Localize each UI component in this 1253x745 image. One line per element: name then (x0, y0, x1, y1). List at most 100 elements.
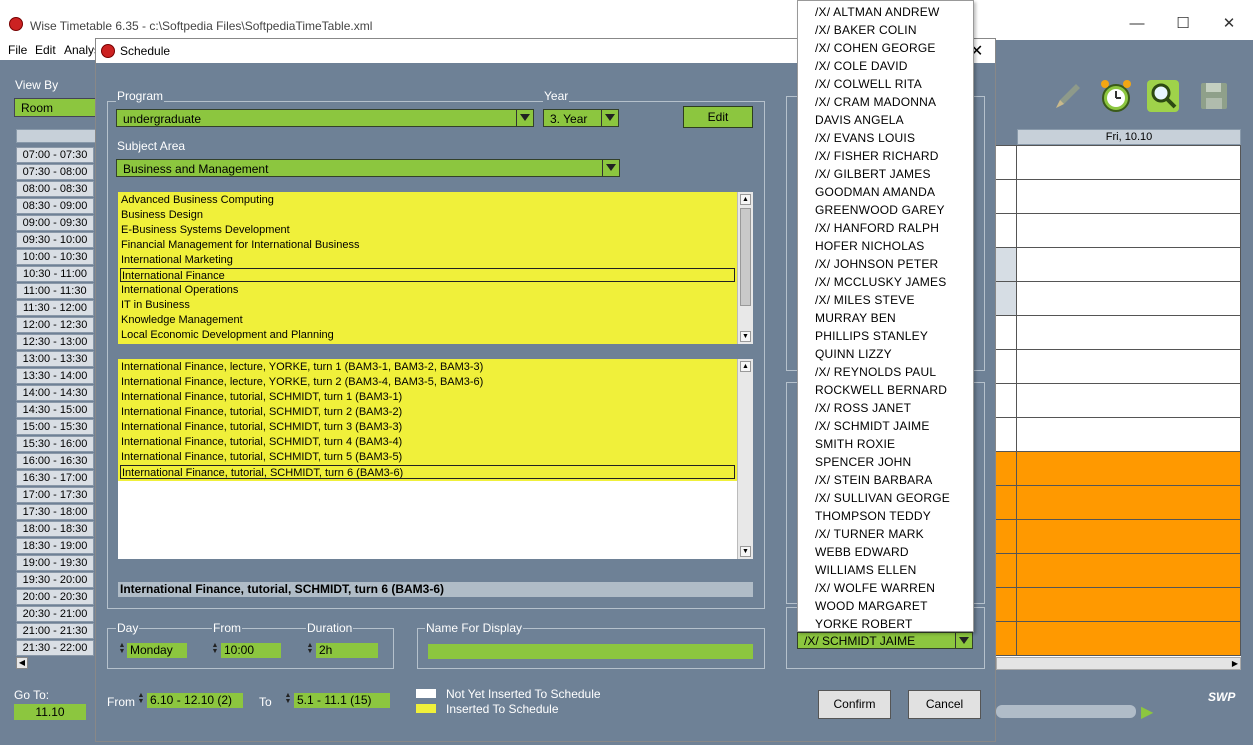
teacher-option[interactable]: /X/ COLWELL RITA (815, 75, 922, 93)
teacher-option[interactable]: /X/ SULLIVAN GEORGE (815, 489, 950, 507)
activity-list[interactable]: International Finance, lecture, YORKE, t… (118, 359, 753, 559)
grid-cell[interactable] (996, 417, 1017, 452)
teacher-option[interactable]: DAVIS ANGELA (815, 111, 904, 129)
teacher-option[interactable]: WILLIAMS ELLEN (815, 561, 917, 579)
teacher-option[interactable]: WEBB EDWARD (815, 543, 909, 561)
teacher-option[interactable]: WOOD MARGARET (815, 597, 928, 615)
teacher-option[interactable]: /X/ BAKER COLIN (815, 21, 917, 39)
chevron-down-icon[interactable] (516, 110, 533, 126)
from-spinner-icon[interactable]: ▲ ▼ (210, 642, 220, 655)
teacher-option[interactable]: /X/ JOHNSON PETER (815, 255, 938, 273)
goto-date-field[interactable]: 11.10 (14, 704, 86, 720)
subject-area-select[interactable]: Business and Management (116, 159, 620, 177)
activity-list-item[interactable]: International Finance, lecture, YORKE, t… (120, 375, 735, 389)
grid-cell[interactable] (996, 485, 1017, 520)
teacher-option[interactable]: /X/ ROSS JANET (815, 399, 911, 417)
program-select[interactable]: undergraduate (116, 109, 534, 127)
chevron-down-icon[interactable] (955, 633, 972, 648)
teacher-option[interactable]: /X/ COLE DAVID (815, 57, 908, 75)
minimize-icon[interactable]: — (1127, 14, 1147, 34)
scroll-down-icon[interactable]: ▼ (740, 331, 751, 342)
teacher-option[interactable]: HOFER NICHOLAS (815, 237, 924, 255)
scroll-left-icon[interactable]: ◀ (16, 657, 28, 669)
activity-list-item[interactable]: International Finance, tutorial, SCHMIDT… (120, 420, 735, 434)
activity-list-item[interactable]: International Finance, tutorial, SCHMIDT… (120, 450, 735, 464)
close-icon[interactable]: ✕ (1219, 14, 1239, 34)
grid-cell[interactable] (1016, 485, 1241, 520)
teacher-option[interactable]: /X/ ALTMAN ANDREW (815, 3, 940, 21)
teacher-select[interactable]: /X/ SCHMIDT JAIME (797, 632, 973, 649)
grid-cell[interactable] (996, 621, 1017, 656)
teacher-option[interactable]: /X/ SCHMIDT JAIME (815, 417, 930, 435)
play-icon[interactable]: ▶ (1141, 702, 1153, 722)
maximize-icon[interactable]: ☐ (1173, 14, 1193, 34)
course-list[interactable]: Advanced Business Computing Business Desi… (118, 192, 753, 344)
course-list-item[interactable]: International Finance (120, 268, 735, 282)
course-list-scrollbar[interactable]: ▲ ▼ (737, 192, 753, 344)
view-by-select[interactable]: Room (14, 98, 96, 117)
course-list-item[interactable]: International Marketing (120, 253, 735, 267)
range-to-spinner-icon[interactable]: ▲ ▼ (283, 692, 293, 705)
teacher-option[interactable]: YORKE ROBERT (815, 615, 913, 633)
grid-cell[interactable] (1016, 451, 1241, 486)
grid-cell[interactable] (996, 145, 1017, 180)
grid-cell[interactable] (996, 349, 1017, 384)
teacher-option[interactable]: /X/ GILBERT JAMES (815, 165, 931, 183)
teacher-option[interactable]: /X/ CRAM MADONNA (815, 93, 936, 111)
activity-list-item[interactable]: International Finance, tutorial, SCHMIDT… (120, 435, 735, 449)
grid-cell[interactable] (1016, 553, 1241, 588)
teacher-option[interactable]: /X/ MILES STEVE (815, 291, 915, 309)
grid-horizontal-scrollbar[interactable]: ▶ (996, 657, 1241, 670)
teacher-option[interactable]: SMITH ROXIE (815, 435, 895, 453)
grid-cell[interactable] (1016, 383, 1241, 418)
course-list-item[interactable]: Knowledge Management (120, 313, 735, 327)
teacher-option[interactable]: GREENWOOD GAREY (815, 201, 945, 219)
scroll-right-icon[interactable]: ▶ (1232, 659, 1238, 668)
teacher-option[interactable]: ROCKWELL BERNARD (815, 381, 947, 399)
teacher-option[interactable]: /X/ EVANS LOUIS (815, 129, 915, 147)
range-to-field[interactable]: 5.1 - 11.1 (15) (294, 693, 390, 708)
course-list-item[interactable]: Business Design (120, 208, 735, 222)
day-field[interactable]: Monday (127, 643, 187, 658)
teacher-option[interactable]: SPENCER JOHN (815, 453, 911, 471)
teacher-option[interactable]: GOODMAN AMANDA (815, 183, 935, 201)
activity-list-item[interactable]: International Finance, tutorial, SCHMIDT… (120, 465, 735, 479)
grid-cell[interactable] (1016, 587, 1241, 622)
grid-cell[interactable] (996, 553, 1017, 588)
grid-cell[interactable] (996, 587, 1017, 622)
grid-cell[interactable] (1016, 519, 1241, 554)
cancel-button[interactable]: Cancel (908, 690, 981, 719)
teacher-option[interactable]: /X/ WOLFE WARREN (815, 579, 935, 597)
grid-cell[interactable] (996, 247, 1017, 282)
edit-button[interactable]: Edit (683, 106, 753, 128)
activity-list-scrollbar[interactable]: ▲ ▼ (737, 359, 753, 559)
range-from-field[interactable]: 6.10 - 12.10 (2) (147, 693, 243, 708)
menu-file[interactable]: File (8, 43, 27, 57)
from-time-field[interactable]: 10:00 (221, 643, 281, 658)
activity-list-item[interactable]: International Finance, tutorial, SCHMIDT… (120, 390, 735, 404)
grid-cell[interactable] (996, 519, 1017, 554)
grid-cell[interactable] (996, 383, 1017, 418)
pencil-icon[interactable] (1050, 78, 1086, 114)
scroll-up-icon[interactable]: ▲ (740, 194, 751, 205)
teacher-option[interactable]: PHILLIPS STANLEY (815, 327, 928, 345)
search-icon[interactable] (1145, 78, 1181, 114)
chevron-down-icon[interactable] (601, 110, 618, 126)
name-for-display-field[interactable] (428, 644, 753, 659)
year-select[interactable]: 3. Year (543, 109, 619, 127)
confirm-button[interactable]: Confirm (818, 690, 891, 719)
range-from-spinner-icon[interactable]: ▲ ▼ (136, 692, 146, 705)
grid-cell[interactable] (1016, 281, 1241, 316)
teacher-option[interactable]: /X/ COHEN GEORGE (815, 39, 936, 57)
timetable-grid[interactable] (996, 145, 1241, 657)
grid-cell[interactable] (996, 213, 1017, 248)
grid-cell[interactable] (996, 281, 1017, 316)
grid-cell[interactable] (1016, 179, 1241, 214)
grid-cell[interactable] (996, 451, 1017, 486)
teacher-dropdown-list[interactable]: /X/ ALTMAN ANDREW/X/ BAKER COLIN/X/ COHE… (797, 0, 974, 632)
teacher-option[interactable]: /X/ REYNOLDS PAUL (815, 363, 936, 381)
scroll-thumb[interactable] (740, 208, 751, 306)
course-list-item[interactable]: Advanced Business Computing (120, 193, 735, 207)
scroll-down-icon[interactable]: ▼ (740, 546, 751, 557)
grid-cell[interactable] (1016, 247, 1241, 282)
